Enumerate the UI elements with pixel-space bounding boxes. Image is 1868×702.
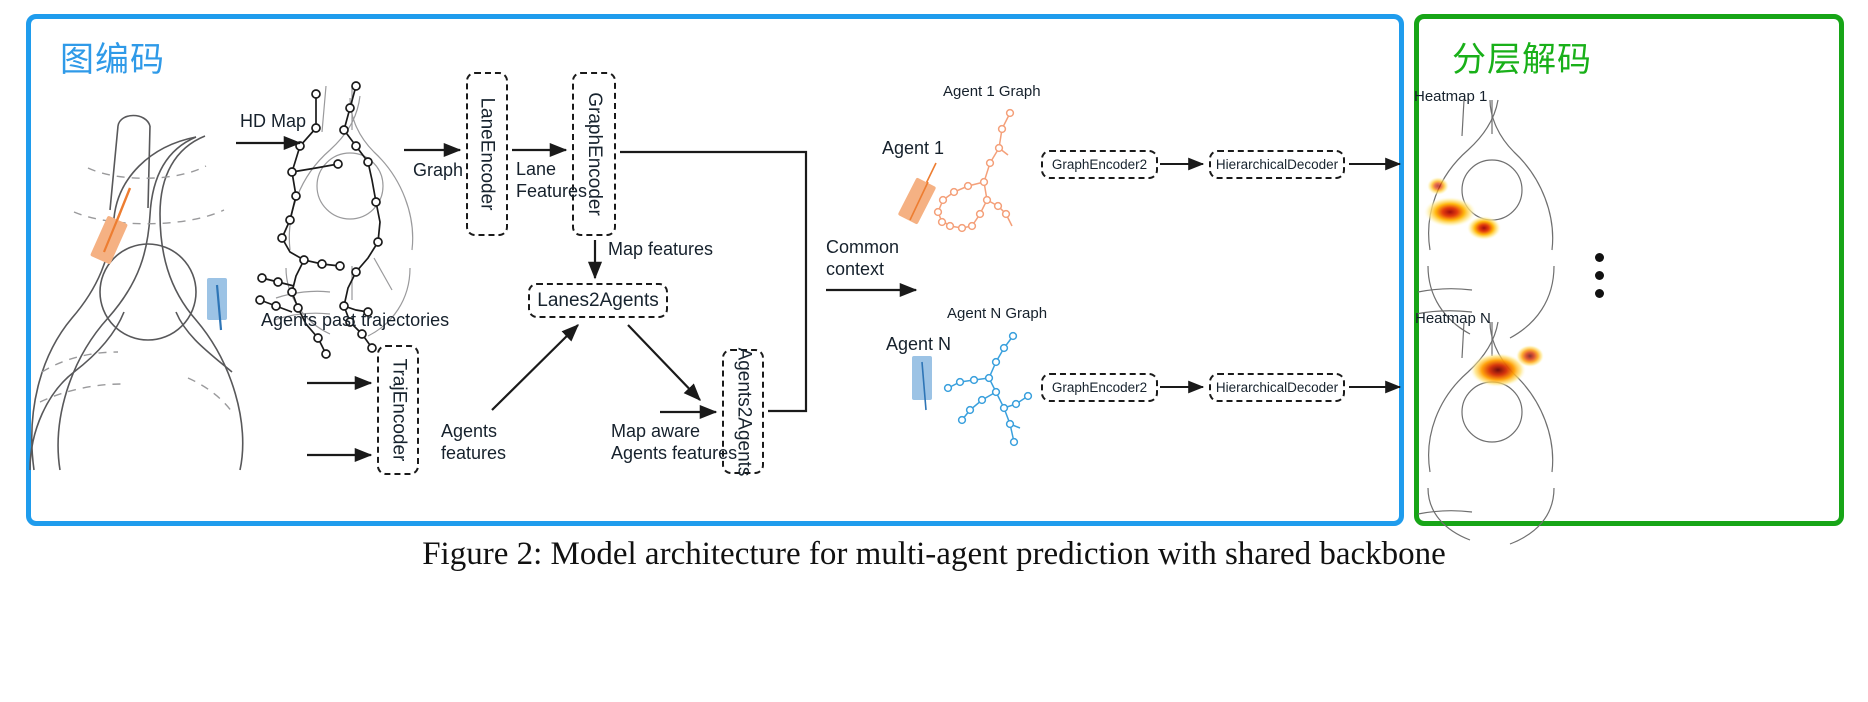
traj-encoder-label: TrajEncoder — [388, 358, 410, 462]
graph-encoder2-top-label: GraphEncoder2 — [1051, 157, 1148, 172]
hierarchical-decoder-bottom-label: HierarchicalDecoder — [1215, 380, 1339, 395]
graph-encoder2-bottom-label: GraphEncoder2 — [1051, 380, 1148, 395]
heatmap-n-label: Heatmap N — [1415, 310, 1491, 327]
agent-n-graph-label: Agent N Graph — [947, 305, 1048, 322]
hierarchical-decoder-top-label: HierarchicalDecoder — [1215, 157, 1339, 172]
agent-1-label: Agent 1 — [882, 138, 945, 158]
graph-encoder2-top-box[interactable]: GraphEncoder2 — [1041, 150, 1158, 179]
agents-features-label: Agents features — [441, 421, 507, 463]
common-context-label: Common context — [826, 237, 900, 279]
hierarchical-decoder-bottom-box[interactable]: HierarchicalDecoder — [1209, 373, 1345, 402]
lanes2agents-label: Lanes2Agents — [537, 289, 659, 311]
heatmap-1-label: Heatmap 1 — [1414, 88, 1488, 105]
traj-encoder-box[interactable]: TrajEncoder — [377, 345, 419, 475]
figure-caption: Figure 2: Model architecture for multi-a… — [422, 536, 1446, 572]
hierarchical-decoder-top-box[interactable]: HierarchicalDecoder — [1209, 150, 1345, 179]
lane-encoder-box[interactable]: LaneEncoder — [466, 72, 508, 236]
hd-map-label: HD Map — [240, 111, 307, 131]
lane-encoder-label: LaneEncoder — [477, 97, 499, 211]
graph-encoder-box[interactable]: GraphEncoder — [572, 72, 616, 236]
graph-encoder2-bottom-box[interactable]: GraphEncoder2 — [1041, 373, 1158, 402]
map-features-label: Map features — [608, 239, 714, 259]
lanes2agents-box[interactable]: Lanes2Agents — [528, 283, 668, 318]
graph-encoding-title: 图编码 — [60, 40, 165, 80]
agents-past-trajectories-label: Agents past trajectories — [261, 310, 450, 330]
agent-n-label: Agent N — [886, 334, 952, 354]
lane-features-label: Lane Features — [516, 159, 588, 201]
agent-1-graph-label: Agent 1 Graph — [943, 83, 1041, 100]
hierarchical-decoding-title: 分层解码 — [1452, 40, 1592, 80]
ellipsis-vertical-dots — [1595, 244, 1605, 307]
graph-label: Graph — [413, 160, 464, 180]
map-aware-agents-features-label: Map aware Agents features — [611, 421, 738, 463]
